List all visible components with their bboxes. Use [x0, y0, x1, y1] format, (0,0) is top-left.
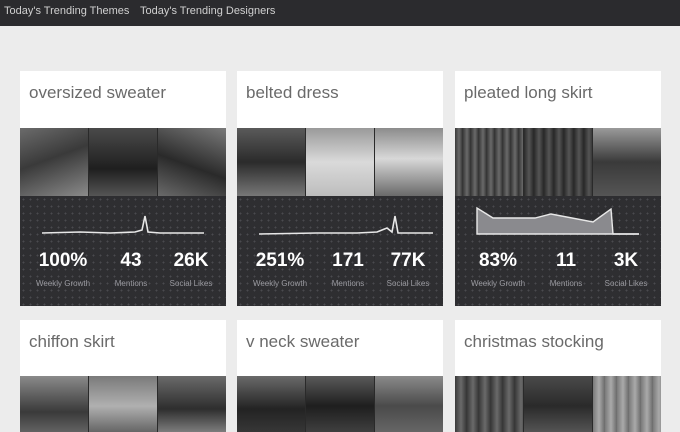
- metric-mentions: 43 Mentions: [100, 250, 162, 290]
- trend-photo: [89, 128, 158, 196]
- metric-label: Weekly Growth: [252, 279, 308, 288]
- metric-social-likes: 26K Social Likes: [160, 250, 222, 290]
- metric-label: Weekly Growth: [470, 279, 526, 288]
- metric-label: Mentions: [331, 279, 365, 288]
- photo-strip: [237, 376, 443, 432]
- trend-photo: [524, 128, 593, 196]
- trend-photo: [593, 128, 661, 196]
- card-title: oversized sweater: [29, 83, 167, 102]
- trend-sparkline: [476, 206, 639, 235]
- trend-photo: [375, 376, 443, 432]
- metric-weekly-growth: 251% Weekly Growth: [249, 250, 311, 290]
- metric-value: 43: [120, 250, 142, 271]
- metric-value: 83%: [478, 250, 518, 271]
- trend-photo: [158, 376, 226, 432]
- trend-photo: [306, 128, 375, 196]
- metric-value: 171: [332, 250, 364, 271]
- trend-photo: [20, 376, 89, 432]
- metric-label: Social Likes: [386, 279, 430, 288]
- theme-card-oversized-sweater[interactable]: oversized sweater 100% Weekly Growth 43 …: [20, 71, 226, 306]
- trend-sparkline: [41, 215, 204, 234]
- photo-strip: [20, 376, 226, 432]
- theme-card-pleated-long-skirt[interactable]: pleated long skirt 83% Weekly Growth 11 …: [455, 71, 661, 306]
- metric-value: 26K: [173, 250, 209, 271]
- photo-strip: [455, 376, 661, 432]
- metric-weekly-growth: 100% Weekly Growth: [32, 250, 94, 290]
- trend-photo: [20, 128, 89, 196]
- metric-value: 3K: [613, 250, 639, 271]
- top-nav: Today's Trending Themes Today's Trending…: [0, 0, 680, 26]
- nav-trending-themes[interactable]: Today's Trending Themes: [4, 0, 129, 26]
- metric-social-likes: 77K Social Likes: [377, 250, 439, 290]
- trend-photo: [89, 376, 158, 432]
- theme-card-chiffon-skirt[interactable]: chiffon skirt: [20, 320, 226, 432]
- photo-strip: [455, 128, 661, 196]
- metric-mentions: 11 Mentions: [535, 250, 597, 290]
- trend-photo: [375, 128, 443, 196]
- metric-value: 251%: [255, 250, 305, 271]
- card-title: pleated long skirt: [464, 83, 593, 102]
- card-title: belted dress: [246, 83, 339, 102]
- photo-strip: [20, 128, 226, 196]
- trend-photo: [455, 128, 524, 196]
- theme-card-christmas-stocking[interactable]: christmas stocking: [455, 320, 661, 432]
- trend-photo: [455, 376, 524, 432]
- card-title: christmas stocking: [464, 332, 604, 351]
- metric-label: Weekly Growth: [35, 279, 91, 288]
- trend-photo: [158, 128, 226, 196]
- trend-photo: [593, 376, 661, 432]
- metric-value: 77K: [390, 250, 426, 271]
- metric-value: 100%: [38, 250, 88, 271]
- metric-label: Social Likes: [169, 279, 213, 288]
- trend-photo: [237, 376, 306, 432]
- metric-value: 11: [555, 250, 577, 271]
- trend-sparkline: [258, 215, 433, 235]
- trend-stats-panel: 251% Weekly Growth 171 Mentions 77K Soci…: [237, 196, 443, 306]
- theme-card-belted-dress[interactable]: belted dress 251% Weekly Growth 171 Ment…: [237, 71, 443, 306]
- metric-label: Social Likes: [604, 279, 648, 288]
- metric-weekly-growth: 83% Weekly Growth: [467, 250, 529, 290]
- metric-mentions: 171 Mentions: [317, 250, 379, 290]
- trend-stats-panel: 100% Weekly Growth 43 Mentions 26K Socia…: [20, 196, 226, 306]
- card-title: chiffon skirt: [29, 332, 115, 351]
- metric-social-likes: 3K Social Likes: [595, 250, 657, 290]
- nav-trending-designers[interactable]: Today's Trending Designers: [140, 0, 275, 26]
- trend-photo: [524, 376, 593, 432]
- metric-label: Mentions: [114, 279, 148, 288]
- metric-label: Mentions: [549, 279, 583, 288]
- trend-photo: [306, 376, 375, 432]
- trend-stats-panel: 83% Weekly Growth 11 Mentions 3K Social …: [455, 196, 661, 306]
- trend-photo: [237, 128, 306, 196]
- card-title: v neck sweater: [246, 332, 360, 351]
- theme-card-v-neck-sweater[interactable]: v neck sweater: [237, 320, 443, 432]
- photo-strip: [237, 128, 443, 196]
